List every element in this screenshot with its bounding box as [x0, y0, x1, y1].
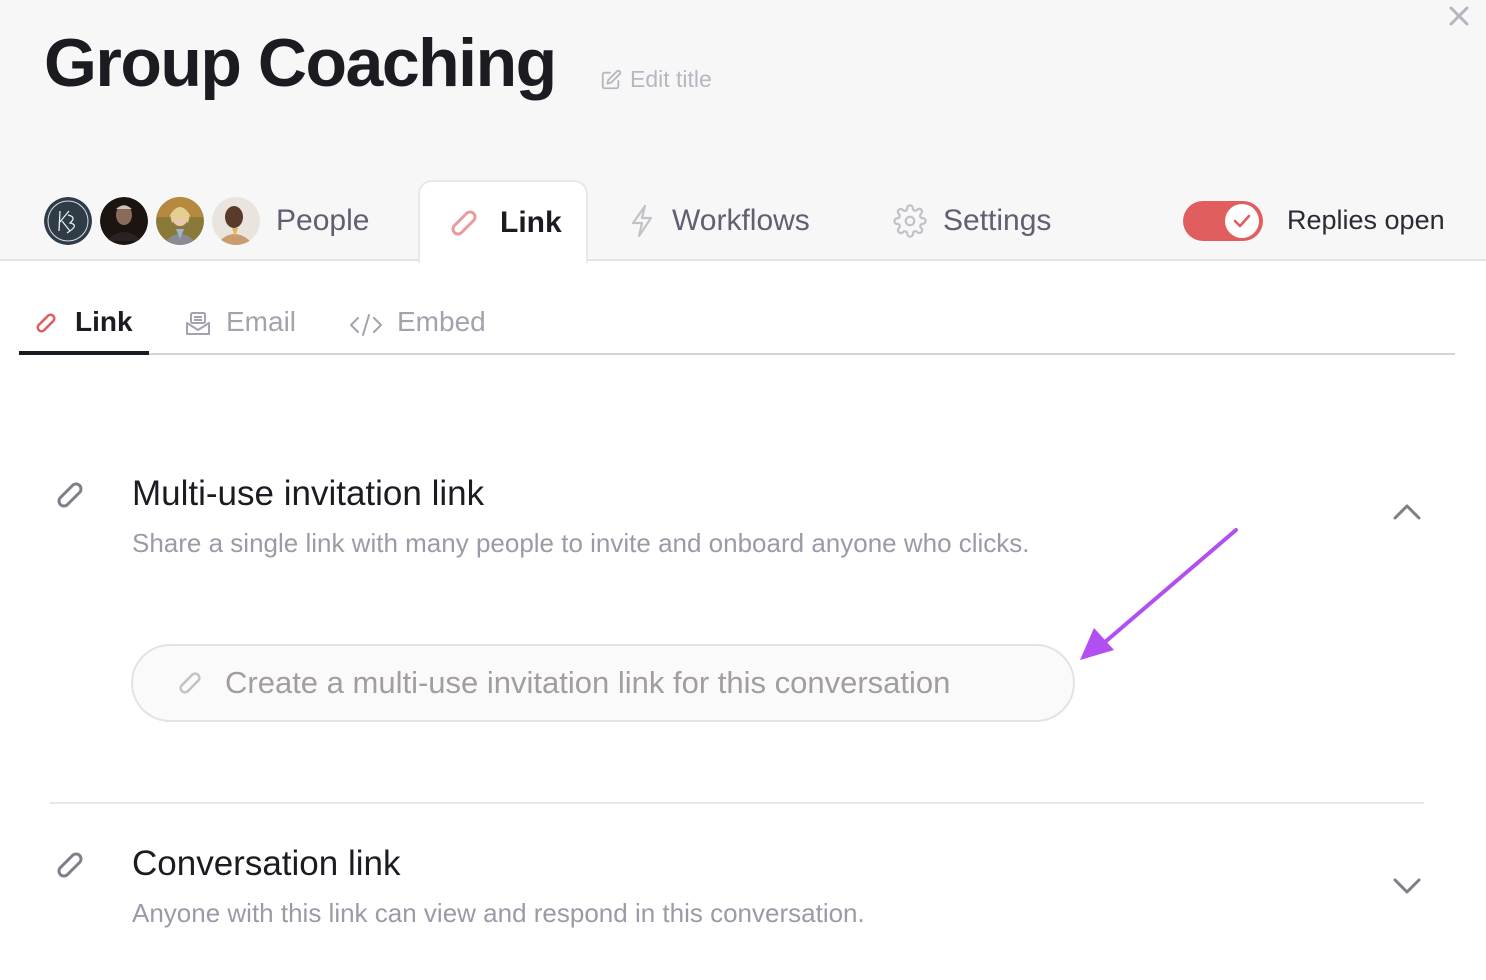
avatar	[44, 196, 92, 245]
tab-workflows[interactable]: Workflows	[628, 180, 810, 261]
chevron-up-icon[interactable]	[1392, 502, 1422, 522]
link-icon	[36, 313, 56, 333]
section-description: Anyone with this link can view and respo…	[132, 898, 865, 928]
tab-people-label: People	[276, 203, 370, 237]
tab-people[interactable]: People	[44, 180, 369, 261]
replies-toggle-label: Replies open	[1287, 205, 1445, 235]
section-description: Share a single link with many people to …	[132, 528, 1030, 558]
annotation-arrow	[1080, 528, 1238, 660]
email-icon	[186, 312, 210, 335]
page-title: Group Coaching	[44, 25, 557, 101]
section-divider	[50, 802, 1424, 804]
close-icon[interactable]	[1447, 4, 1471, 28]
edit-title-label: Edit title	[630, 66, 712, 92]
lightning-icon	[631, 204, 653, 237]
avatar	[156, 196, 204, 245]
edit-title-button[interactable]: Edit title	[600, 66, 712, 93]
toggle-knob	[1225, 203, 1259, 238]
tab-link[interactable]: Link	[418, 180, 588, 263]
subtab-embed-label: Embed	[397, 306, 486, 337]
gear-icon	[893, 203, 927, 238]
replies-toggle[interactable]: Replies open	[1183, 180, 1445, 261]
code-icon	[350, 314, 382, 336]
subtab-link-label: Link	[75, 306, 133, 337]
subtab-email-label: Email	[226, 306, 297, 337]
avatar	[212, 196, 260, 245]
pencil-icon	[601, 69, 622, 89]
subtab-email[interactable]: Email	[184, 296, 296, 353]
link-icon	[57, 852, 83, 878]
tab-settings[interactable]: Settings	[893, 180, 1051, 261]
create-invitation-link-button[interactable]: Create a multi-use invitation link for t…	[131, 644, 1075, 722]
main-tabs: People Link Workflows Settings Replies o…	[0, 180, 1486, 263]
tab-link-label: Link	[500, 205, 562, 239]
link-icon	[57, 482, 83, 508]
chevron-down-icon[interactable]	[1392, 876, 1422, 896]
tab-settings-label: Settings	[943, 203, 1052, 237]
avatar	[100, 196, 148, 245]
section-title: Conversation link	[132, 844, 401, 883]
create-invitation-link-label: Create a multi-use invitation link for t…	[225, 665, 951, 700]
link-icon	[451, 210, 477, 235]
link-icon	[179, 672, 201, 694]
check-icon	[1233, 214, 1251, 227]
conversation-link-section: Conversation link Anyone with this link …	[50, 842, 1424, 942]
share-subtabs: Link Email Embed	[19, 296, 1455, 355]
modal-header: Group Coaching Edit title People Link Wo…	[0, 0, 1486, 263]
section-title: Multi-use invitation link	[132, 474, 485, 513]
tab-workflows-label: Workflows	[672, 203, 810, 237]
avatar-group	[44, 196, 260, 245]
subtab-embed[interactable]: Embed	[349, 296, 486, 353]
toggle-switch[interactable]	[1183, 200, 1263, 241]
subtab-link[interactable]: Link	[19, 296, 149, 355]
